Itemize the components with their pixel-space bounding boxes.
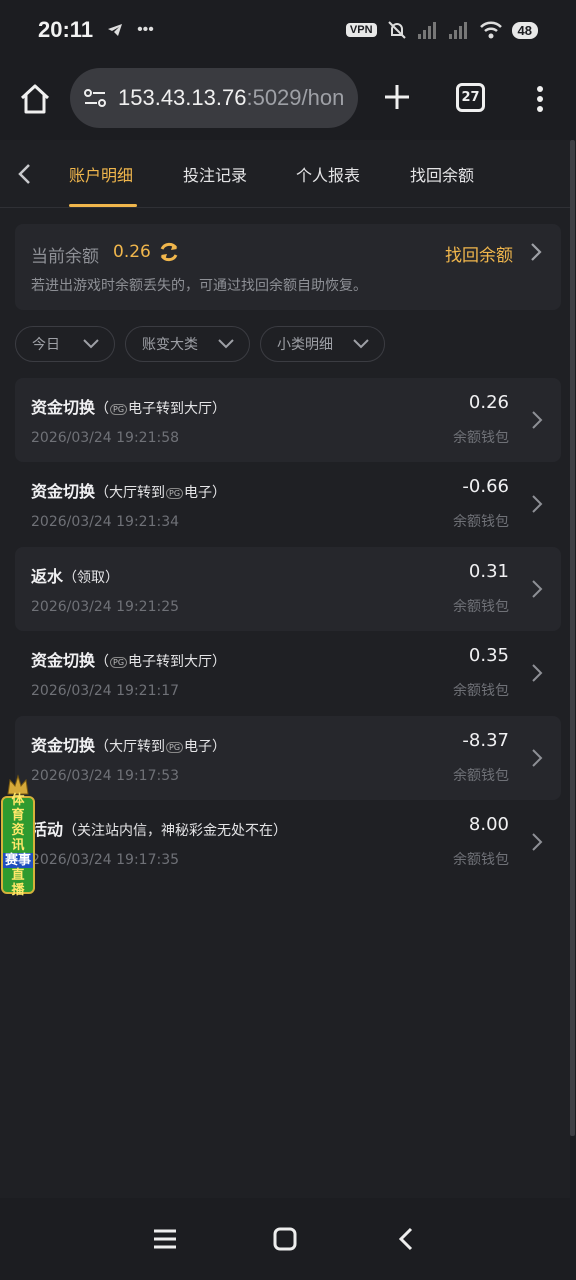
balance-card: 当前余额 0.26 找回余额 若进出游戏时余额丢失的，可通过找回余额自助恢复。 <box>15 224 561 310</box>
record-title: 资金切换（大厅转到 PG 电子） <box>31 736 227 755</box>
record-amount: 8.00 <box>468 814 509 835</box>
home-square-icon[interactable] <box>272 1226 298 1252</box>
list-item[interactable]: 活动（关注站内信，神秘彩金无处不在） 2026/03/24 19:17:35 8… <box>15 800 561 884</box>
float-badge-bottom: 直播 <box>11 867 25 898</box>
chevron-right-icon <box>532 833 543 851</box>
pg-logo-icon: PG <box>110 403 128 415</box>
filter-category-label: 账变大类 <box>142 337 198 353</box>
sports-live-float-button[interactable]: 体育资讯 赛事 直播 <box>0 772 36 898</box>
list-item[interactable]: 资金切换（大厅转到 PG 电子） 2026/03/24 19:17:53 -8.37… <box>15 716 561 800</box>
chevron-down-icon <box>353 339 369 349</box>
browser-toolbar: 153.43.13.76:5029/hon 27 <box>0 60 576 136</box>
record-amount: 0.31 <box>468 561 509 582</box>
chevron-right-icon <box>532 495 543 513</box>
float-badge-middle: 赛事 <box>3 852 33 868</box>
back-icon[interactable] <box>394 1226 420 1252</box>
filter-date[interactable]: 今日 <box>15 326 115 362</box>
chevron-down-icon <box>218 339 234 349</box>
tab-personal-report[interactable]: 个人报表 <box>296 162 360 186</box>
record-time: 2026/03/24 19:21:25 <box>31 599 180 615</box>
chevron-right-icon <box>532 664 543 682</box>
url-host: 153.43.13.76 <box>118 85 247 110</box>
list-item[interactable]: 返水（领取） 2026/03/24 19:21:25 0.31 余额钱包 <box>15 547 561 631</box>
record-title: 资金切换（ PG 电子转到大厅） <box>31 651 227 670</box>
wifi-icon <box>479 21 502 39</box>
filter-subcategory[interactable]: 小类明细 <box>260 326 385 362</box>
tab-recover-balance[interactable]: 找回余额 <box>410 162 474 186</box>
pg-logo-icon: PG <box>166 487 184 499</box>
back-arrow-icon[interactable] <box>14 162 36 186</box>
filter-category[interactable]: 账变大类 <box>125 326 250 362</box>
record-time: 2026/03/24 19:21:34 <box>31 514 180 530</box>
account-tabs: 账户明细 投注记录 个人报表 找回余额 <box>0 140 570 208</box>
status-time: 20:11 <box>38 17 94 42</box>
record-wallet: 余额钱包 <box>453 683 509 699</box>
telegram-icon <box>108 24 123 36</box>
record-time: 2026/03/24 19:21:58 <box>31 430 180 446</box>
pg-logo-icon: PG <box>110 656 128 668</box>
chevron-right-icon[interactable] <box>529 242 543 262</box>
more-dots-icon: ••• <box>137 21 154 38</box>
mute-icon <box>387 21 406 39</box>
site-settings-icon[interactable] <box>82 85 108 111</box>
status-bar: 20:11 ••• VPN 48 <box>0 0 576 60</box>
chevron-right-icon <box>532 411 543 429</box>
battery-indicator: 48 <box>511 21 538 39</box>
more-vertical-icon[interactable] <box>530 82 550 116</box>
tab-account-details[interactable]: 账户明细 <box>69 162 133 186</box>
record-title: 活动（关注站内信，神秘彩金无处不在） <box>31 820 288 839</box>
recents-menu-icon[interactable] <box>152 1226 178 1252</box>
system-nav-bar <box>0 1198 576 1280</box>
record-wallet: 余额钱包 <box>453 768 509 784</box>
record-amount: 0.26 <box>468 392 509 413</box>
balance-hint: 若进出游戏时余额丢失的，可通过找回余额自助恢复。 <box>31 278 367 294</box>
web-page: 账户明细 投注记录 个人报表 找回余额 当前余额 0.26 找回余额 若进出游戏… <box>0 140 570 1198</box>
tab-bet-records[interactable]: 投注记录 <box>183 162 247 186</box>
chevron-right-icon <box>532 580 543 598</box>
record-time: 2026/03/24 19:17:35 <box>31 852 180 868</box>
new-tab-icon[interactable] <box>380 80 414 114</box>
active-tab-indicator <box>69 204 137 207</box>
record-wallet: 余额钱包 <box>453 514 509 530</box>
url-text: 153.43.13.76:5029/hon <box>118 85 344 111</box>
filter-subcategory-label: 小类明细 <box>277 337 333 353</box>
signal-icon <box>417 22 436 39</box>
list-item[interactable]: 资金切换（大厅转到 PG 电子） 2026/03/24 19:21:34 -0.66… <box>15 462 561 546</box>
home-icon[interactable] <box>18 82 52 116</box>
record-amount: 0.35 <box>468 645 509 666</box>
url-bar[interactable]: 153.43.13.76:5029/hon <box>70 68 358 128</box>
record-wallet: 余额钱包 <box>453 430 509 446</box>
pg-logo-icon: PG <box>166 741 184 753</box>
record-wallet: 余额钱包 <box>453 852 509 868</box>
balance-value: 0.26 <box>113 242 151 262</box>
record-amount: -0.66 <box>462 476 509 497</box>
record-wallet: 余额钱包 <box>453 599 509 615</box>
chevron-right-icon <box>532 749 543 767</box>
record-title: 资金切换（ PG 电子转到大厅） <box>31 398 227 417</box>
record-title: 资金切换（大厅转到 PG 电子） <box>31 482 227 501</box>
chevron-down-icon <box>83 339 99 349</box>
vpn-badge: VPN <box>345 23 377 37</box>
url-path: :5029/hon <box>246 85 345 110</box>
record-time: 2026/03/24 19:21:17 <box>31 683 180 699</box>
record-amount: -8.37 <box>462 730 509 751</box>
refresh-icon[interactable] <box>157 240 181 264</box>
balance-label: 当前余额 <box>31 247 99 267</box>
list-item[interactable]: 资金切换（ PG 电子转到大厅） 2026/03/24 19:21:58 0.26 … <box>15 378 561 462</box>
float-badge-top: 体育资讯 <box>11 792 25 853</box>
signal-icon <box>448 22 467 39</box>
recover-balance-link[interactable]: 找回余额 <box>445 241 513 266</box>
record-title: 返水（领取） <box>31 567 120 586</box>
record-time: 2026/03/24 19:17:53 <box>31 768 180 784</box>
list-item[interactable]: 资金切换（ PG 电子转到大厅） 2026/03/24 19:21:17 0.35 … <box>15 631 561 715</box>
scrollbar[interactable] <box>570 140 575 1136</box>
tab-switcher-button[interactable]: 27 <box>456 83 485 112</box>
filter-date-label: 今日 <box>32 337 60 353</box>
